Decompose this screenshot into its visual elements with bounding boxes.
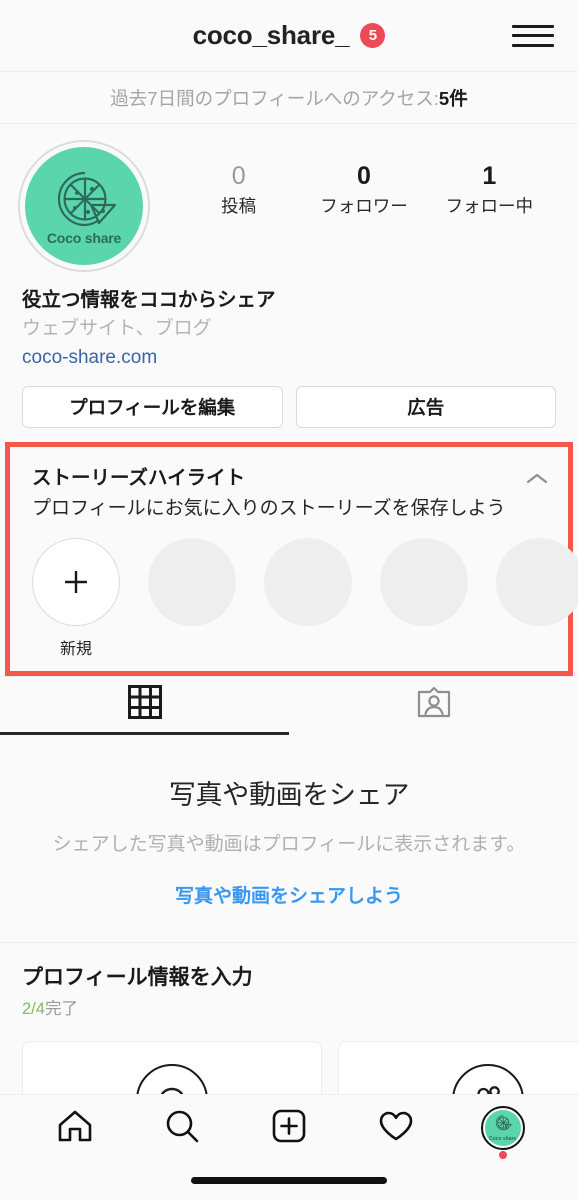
completion-progress-value: 2/4 bbox=[22, 1000, 45, 1019]
heart-icon bbox=[376, 1107, 416, 1150]
chevron-up-icon[interactable] bbox=[524, 465, 550, 491]
empty-feed-state: 写真や動画をシェア シェアした写真や動画はプロフィールに表示されます。 写真や動… bbox=[0, 735, 578, 943]
bottom-nav-items: Coco share bbox=[0, 1095, 578, 1161]
pizza-icon bbox=[47, 167, 121, 229]
app-header: coco_share_ 5 bbox=[0, 0, 578, 72]
stat-label: 投稿 bbox=[221, 195, 257, 216]
bottom-navigation: Coco share bbox=[0, 1094, 578, 1200]
tab-tagged[interactable] bbox=[289, 677, 578, 735]
edit-profile-button[interactable]: プロフィールを編集 bbox=[22, 386, 283, 429]
grid-icon bbox=[127, 685, 162, 724]
hamburger-line bbox=[512, 43, 554, 47]
nav-profile[interactable]: Coco share bbox=[473, 1102, 533, 1159]
stat-following[interactable]: 1 フォロー中 bbox=[441, 162, 537, 218]
stat-value: 0 bbox=[231, 162, 246, 190]
highlight-placeholder bbox=[264, 538, 352, 627]
plus-square-icon bbox=[270, 1107, 308, 1150]
bio-display-name: 役立つ情報をココからシェア bbox=[22, 289, 276, 311]
completion-progress-suffix: 完了 bbox=[44, 1000, 78, 1019]
highlights-header: ストーリーズハイライト プロフィールにお気に入りのストーリーズを保存しよう bbox=[10, 447, 568, 520]
tagged-person-icon bbox=[416, 685, 452, 726]
stat-followers[interactable]: 0 フォロワー bbox=[316, 162, 412, 218]
highlight-placeholder bbox=[148, 538, 236, 627]
insight-prefix: 過去7日間のプロフィールへのアクセス: bbox=[110, 87, 439, 109]
insight-value: 5件 bbox=[438, 87, 468, 109]
highlight-placeholder bbox=[496, 538, 578, 627]
highlight-new-item[interactable]: 新規 bbox=[32, 538, 120, 659]
avatar-image: Coco share bbox=[25, 147, 143, 265]
tab-grid[interactable] bbox=[0, 677, 289, 736]
profile-visits-insight[interactable]: 過去7日間のプロフィールへのアクセス: 5件 bbox=[0, 72, 578, 124]
stat-label: フォロー中 bbox=[445, 195, 534, 216]
home-icon bbox=[55, 1107, 95, 1150]
promotions-button[interactable]: 広告 bbox=[295, 386, 556, 429]
pizza-icon bbox=[493, 1114, 513, 1136]
stat-value: 0 bbox=[357, 162, 371, 190]
highlight-new-label: 新規 bbox=[59, 641, 92, 659]
highlights-title: ストーリーズハイライト bbox=[32, 467, 246, 490]
profile-avatar-icon: Coco share bbox=[480, 1106, 525, 1159]
profile-stats: 0 投稿 0 フォロワー 1 フォロー中 bbox=[150, 140, 560, 218]
highlight-placeholder bbox=[380, 538, 468, 627]
avatar[interactable]: Coco share bbox=[18, 140, 150, 272]
completion-title: プロフィール情報を入力 bbox=[22, 966, 253, 990]
nav-avatar-label: Coco share bbox=[488, 1136, 517, 1142]
nav-search[interactable] bbox=[152, 1102, 212, 1154]
nav-home[interactable] bbox=[45, 1102, 105, 1154]
profile-header: Coco share 0 投稿 0 フォロワー 1 フォロー中 bbox=[0, 124, 578, 272]
story-highlights-section: ストーリーズハイライト プロフィールにお気に入りのストーリーズを保存しよう 新規 bbox=[5, 442, 578, 677]
profile-bio: 役立つ情報をココからシェア ウェブサイト、ブログ coco-share.com bbox=[0, 272, 578, 372]
header-title-wrap[interactable]: coco_share_ 5 bbox=[193, 20, 386, 51]
page-title: coco_share_ bbox=[192, 20, 350, 50]
nav-avatar-image: Coco share bbox=[484, 1110, 521, 1146]
hamburger-icon[interactable] bbox=[512, 21, 554, 51]
notification-dot bbox=[498, 1151, 507, 1159]
instagram-profile-screen: coco_share_ 5 過去7日間のプロフィールへのアクセス: 5件 Coc… bbox=[0, 0, 578, 1200]
nav-activity[interactable] bbox=[366, 1102, 426, 1154]
empty-subtitle: シェアした写真や動画はプロフィールに表示されます。 bbox=[52, 834, 526, 856]
bio-website-link[interactable]: coco-share.com bbox=[22, 344, 556, 373]
completion-progress: 2/4完了 bbox=[22, 995, 556, 1019]
profile-tabs bbox=[0, 676, 578, 736]
stat-value: 1 bbox=[482, 162, 497, 190]
status-badge: 5 bbox=[360, 23, 386, 48]
bio-category: ウェブサイト、ブログ bbox=[22, 318, 212, 340]
stat-posts[interactable]: 0 投稿 bbox=[191, 162, 287, 218]
highlights-subtitle: プロフィールにお気に入りのストーリーズを保存しよう bbox=[32, 498, 506, 520]
nav-create[interactable] bbox=[259, 1102, 319, 1154]
stat-label: フォロワー bbox=[320, 195, 408, 216]
share-photo-link[interactable]: 写真や動画をシェアしよう bbox=[20, 881, 558, 908]
search-icon bbox=[162, 1106, 202, 1151]
profile-actions: プロフィールを編集 広告 bbox=[0, 372, 578, 429]
plus-icon[interactable] bbox=[32, 538, 120, 627]
hamburger-line bbox=[512, 24, 554, 28]
home-indicator bbox=[191, 1177, 387, 1184]
highlights-list[interactable]: 新規 bbox=[10, 520, 578, 671]
hamburger-line bbox=[512, 34, 554, 37]
empty-title: 写真や動画をシェア bbox=[168, 780, 410, 811]
profile-completion-header: プロフィール情報を入力 2/4完了 bbox=[0, 961, 578, 1019]
avatar-label: Coco share bbox=[46, 229, 122, 246]
